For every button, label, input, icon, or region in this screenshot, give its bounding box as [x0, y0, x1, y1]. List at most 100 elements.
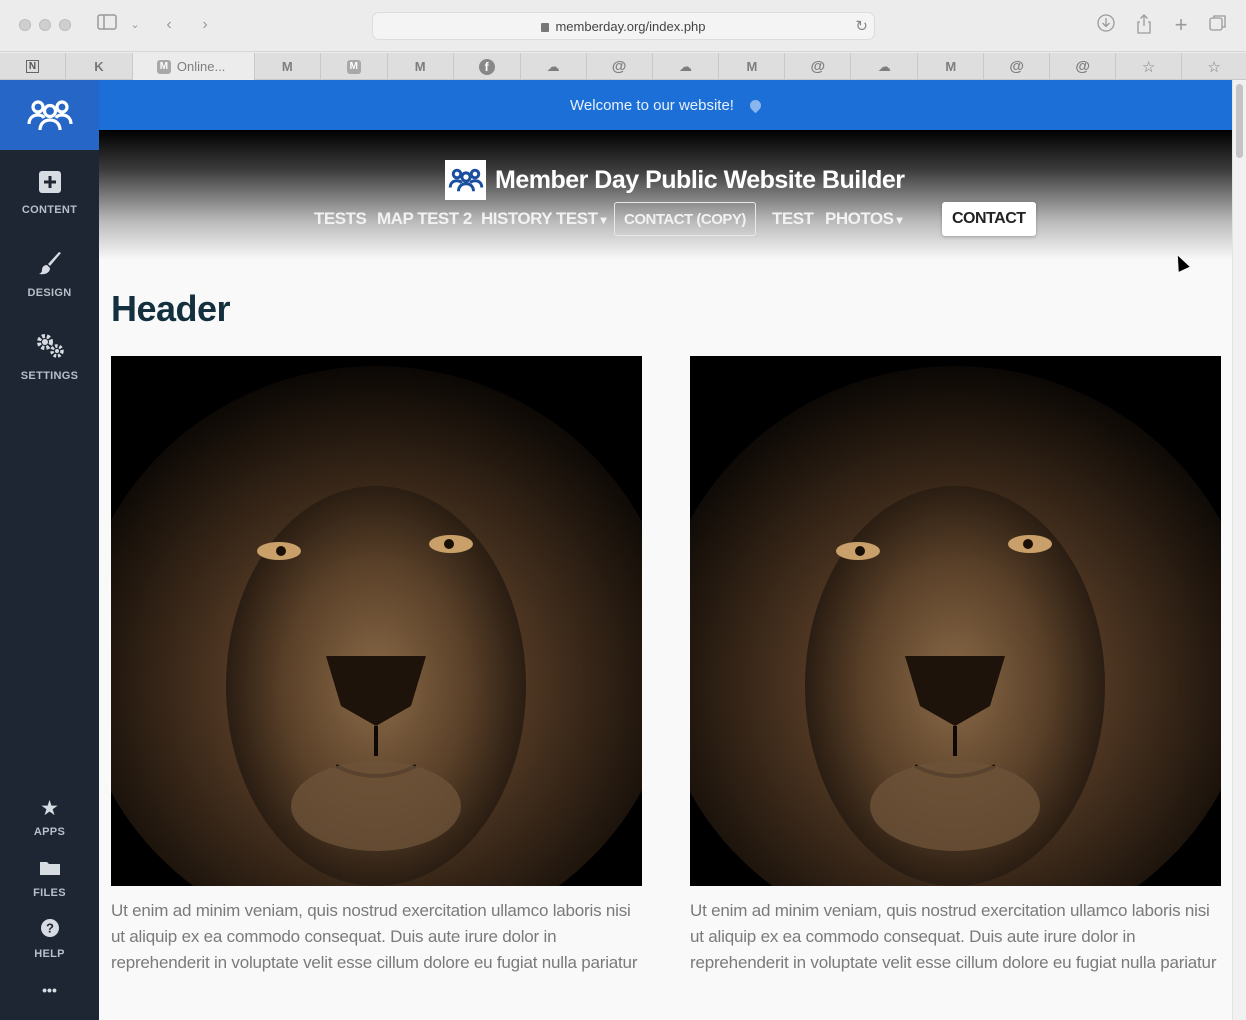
question-icon: ? — [0, 918, 99, 944]
star-icon: ☆ — [1141, 58, 1156, 76]
tab-online[interactable]: M Online... — [132, 53, 255, 80]
minimize-window-button[interactable] — [39, 19, 51, 31]
card-text: Ut enim ad minim veniam, quis nostrud ex… — [111, 901, 638, 972]
content-card: Ut enim ad minim veniam, quis nostrud ex… — [690, 356, 1221, 976]
sidebar-toggle-icon[interactable] — [96, 14, 118, 36]
cloud-icon: ☁ — [678, 58, 692, 74]
sidebar-item-files[interactable]: FILES — [0, 857, 99, 899]
m-icon: M — [346, 59, 361, 74]
tab-star-1[interactable]: ☆ — [1116, 53, 1183, 80]
nav-history-test[interactable]: HISTORY TEST ▾ — [481, 202, 606, 236]
sidebar-item-label: DESIGN — [27, 287, 72, 299]
star-icon: ☆ — [1207, 58, 1221, 76]
zoom-window-button[interactable] — [59, 19, 71, 31]
address-bar[interactable]: memberday.org/index.php ↻ — [372, 12, 875, 40]
tab-cloud-1[interactable]: ☁ — [521, 53, 587, 80]
tab-cloud-2[interactable]: ☁ — [653, 53, 720, 80]
gears-icon — [0, 332, 99, 366]
sidebar-item-content[interactable]: CONTENT — [0, 170, 99, 216]
tab-m-2[interactable]: M — [321, 53, 388, 80]
tab-at-4[interactable]: @ — [1050, 53, 1117, 80]
tab-k[interactable]: K — [66, 53, 133, 80]
m-icon: M — [156, 59, 171, 74]
tab-bar: N K M Online... M M M f ☁ @ ☁ M @ ☁ M @ @… — [0, 53, 1246, 80]
sidebar-item-label: CONTENT — [21, 204, 78, 216]
nav-label: PHOTOS — [825, 209, 894, 228]
sidebar-item-design[interactable]: DESIGN — [0, 251, 99, 299]
gmail-icon: M — [746, 59, 758, 74]
gmail-icon: M — [281, 59, 293, 74]
tab-star-2[interactable]: ☆ — [1182, 53, 1246, 80]
tab-at-3[interactable]: @ — [984, 53, 1051, 80]
k-icon: K — [94, 59, 104, 74]
tab-gmail-4[interactable]: M — [918, 53, 985, 80]
tab-at-2[interactable]: @ — [785, 53, 852, 80]
cloud-icon: ☁ — [546, 58, 560, 74]
plus-square-icon — [0, 170, 99, 200]
lion-photo — [690, 356, 1221, 886]
share-icon[interactable] — [1134, 14, 1154, 36]
at-icon: @ — [1009, 58, 1025, 75]
site-nav: TESTS MAP TEST 2 HISTORY TEST ▾ CONTACT (… — [99, 202, 1232, 236]
sidebar-item-label: APPS — [33, 826, 66, 838]
svg-text:?: ? — [46, 921, 54, 936]
people-group-icon — [26, 100, 73, 131]
site-logo — [445, 160, 486, 200]
brush-icon — [0, 251, 99, 283]
site-title: Member Day Public Website Builder — [495, 165, 905, 194]
nav-tests[interactable]: TESTS — [314, 202, 367, 236]
tab-cloud-3[interactable]: ☁ — [851, 53, 919, 80]
tab-gmail-2[interactable]: M — [388, 53, 454, 80]
content-card: Ut enim ad minim veniam, quis nostrud ex… — [111, 356, 642, 976]
facebook-icon: f — [478, 58, 495, 75]
new-tab-icon[interactable]: + — [1171, 14, 1191, 36]
at-icon: @ — [810, 58, 826, 75]
download-icon[interactable] — [1096, 14, 1116, 36]
site-header: Member Day Public Website Builder TESTS … — [99, 130, 1232, 260]
close-window-button[interactable] — [19, 19, 31, 31]
card-text: Ut enim ad minim veniam, quis nostrud ex… — [690, 901, 1217, 972]
site-brand[interactable]: Member Day Public Website Builder — [445, 160, 905, 200]
sidebar-logo[interactable] — [0, 80, 99, 150]
tab-gmail-3[interactable]: M — [719, 53, 786, 80]
reload-icon[interactable]: ↻ — [855, 13, 868, 41]
page-scrollbar[interactable] — [1232, 80, 1246, 1020]
website-preview: Welcome to our website! Member Day Publi… — [99, 80, 1232, 1020]
nav-contact-copy[interactable]: CONTACT (COPY) — [614, 202, 756, 236]
at-icon: @ — [1075, 58, 1090, 75]
nav-test[interactable]: TEST — [772, 202, 814, 236]
url-text: memberday.org/index.php — [555, 19, 706, 34]
tab-notion[interactable]: N — [0, 53, 66, 80]
tab-overview-icon[interactable] — [1208, 14, 1228, 36]
tab-gmail-1[interactable]: M — [255, 53, 321, 80]
sidebar-item-help[interactable]: ? HELP — [0, 918, 99, 960]
cloud-icon: ☁ — [877, 58, 891, 74]
nav-map-test-2[interactable]: MAP TEST 2 — [377, 202, 472, 236]
admin-sidebar: CONTENT DESIGN SETTINGS ★ APPS FILES ? H… — [0, 80, 99, 1020]
welcome-bar: Welcome to our website! — [99, 80, 1232, 130]
forward-icon[interactable]: › — [196, 14, 214, 36]
at-icon: @ — [611, 58, 627, 75]
map-pin-icon[interactable] — [747, 97, 764, 113]
tab-label: Online... — [176, 59, 226, 74]
folder-icon — [0, 857, 99, 883]
gmail-icon: M — [945, 59, 957, 74]
browser-toolbar: ⌄ ‹ › memberday.org/index.php ↻ + — [0, 0, 1246, 52]
lock-icon — [541, 23, 550, 32]
gmail-icon: M — [414, 59, 426, 74]
nav-photos[interactable]: PHOTOS ▾ — [825, 202, 902, 236]
sidebar-item-settings[interactable]: SETTINGS — [0, 332, 99, 382]
more-options-button[interactable]: ••• — [0, 982, 99, 998]
nav-contact-button[interactable]: CONTACT — [942, 202, 1036, 236]
sidebar-item-apps[interactable]: ★ APPS — [0, 796, 99, 838]
tab-at-1[interactable]: @ — [587, 53, 653, 80]
sidebar-item-label: HELP — [34, 948, 65, 960]
tab-facebook[interactable]: f — [454, 53, 521, 80]
back-icon[interactable]: ‹ — [160, 14, 178, 36]
sidebar-item-label: FILES — [33, 887, 66, 899]
welcome-text: Welcome to our website! — [570, 96, 734, 114]
sidebar-item-label: SETTINGS — [20, 370, 79, 382]
scrollbar-thumb[interactable] — [1236, 84, 1243, 158]
people-group-icon — [448, 168, 483, 192]
chevron-down-icon[interactable]: ⌄ — [128, 14, 142, 36]
